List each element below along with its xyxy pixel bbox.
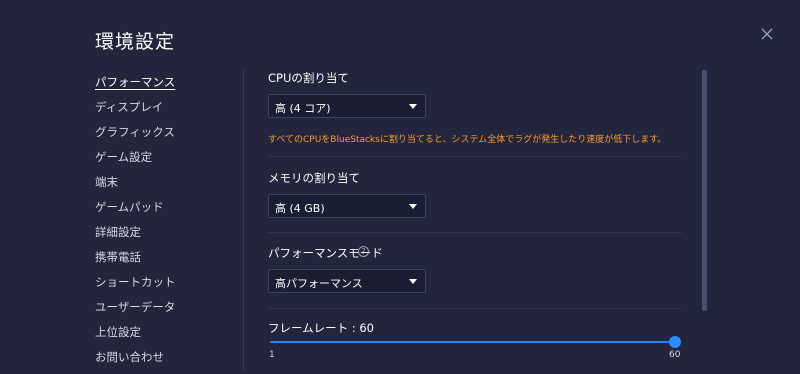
memory-allocation-select[interactable]: 高 (4 GB): [268, 194, 426, 218]
sidebar-item-preferences[interactable]: 上位設定: [95, 324, 176, 349]
scrollbar[interactable]: [702, 70, 707, 311]
performance-mode-select[interactable]: 高パフォーマンス: [268, 269, 426, 293]
sidebar-divider: [243, 70, 244, 371]
sidebar-item-display[interactable]: ディスプレイ: [95, 99, 176, 124]
chevron-down-icon: [409, 279, 417, 284]
frame-rate-max-label: 60: [669, 350, 681, 360]
frame-rate-label: フレームレート : 60: [268, 321, 374, 335]
chevron-down-icon: [409, 204, 417, 209]
close-icon[interactable]: [760, 27, 774, 41]
cpu-allocation-select[interactable]: 高 (4 コア): [268, 94, 426, 118]
sidebar-item-device[interactable]: 端末: [95, 174, 176, 199]
sidebar-item-advanced[interactable]: 詳細設定: [95, 224, 176, 249]
chevron-down-icon: [409, 104, 417, 109]
sidebar-item-gamepad[interactable]: ゲームパッド: [95, 199, 176, 224]
performance-mode-value: 高パフォーマンス: [275, 277, 363, 290]
sidebar-item-phone[interactable]: 携帯電話: [95, 249, 176, 274]
page-title: 環境設定: [95, 31, 176, 53]
frame-rate-slider-thumb[interactable]: [669, 336, 681, 348]
help-icon[interactable]: ?: [358, 246, 369, 257]
memory-allocation-label: メモリの割り当て: [268, 171, 360, 185]
sidebar-item-shortcuts[interactable]: ショートカット: [95, 274, 176, 299]
sidebar-item-graphics[interactable]: グラフィックス: [95, 124, 176, 149]
sidebar-item-contact[interactable]: お問い合わせ: [95, 349, 176, 374]
cpu-allocation-value: 高 (4 コア): [275, 102, 331, 115]
cpu-allocation-label: CPUの割り当て: [268, 71, 349, 85]
frame-rate-slider-track[interactable]: [270, 341, 676, 343]
cpu-warning-text: すべてのCPUをBlueStacksに割り当てると、システム全体でラグが発生した…: [268, 135, 667, 145]
section-divider: [268, 156, 682, 157]
sidebar-item-performance[interactable]: パフォーマンス: [95, 74, 176, 99]
sidebar-item-game-settings[interactable]: ゲーム設定: [95, 149, 176, 174]
frame-rate-min-label: 1: [269, 350, 275, 360]
memory-allocation-value: 高 (4 GB): [275, 202, 325, 215]
sidebar-nav: パフォーマンス ディスプレイ グラフィックス ゲーム設定 端末 ゲームパッド 詳…: [95, 74, 176, 374]
section-divider: [268, 308, 682, 309]
section-divider: [268, 232, 682, 233]
sidebar-item-user-data[interactable]: ユーザーデータ: [95, 299, 176, 324]
